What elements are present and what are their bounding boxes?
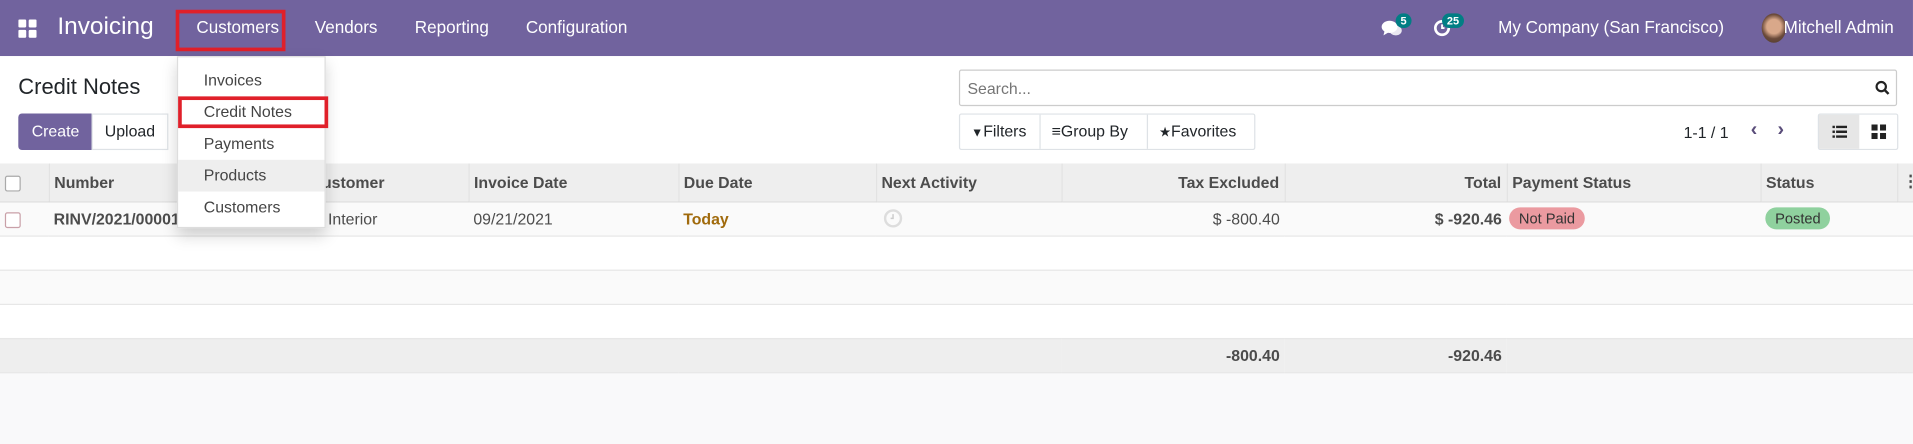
kanban-view-button[interactable] [1859, 115, 1898, 149]
dropdown-item-invoices[interactable]: Invoices [178, 65, 324, 97]
highlight-box-credit-notes [178, 96, 329, 129]
status-badge: Posted [1765, 207, 1831, 230]
messages-badge: 5 [1395, 13, 1412, 29]
empty-row [0, 235, 1913, 271]
cell-invoice-date: 09/21/2021 [468, 201, 679, 237]
select-all-checkbox[interactable] [4, 175, 21, 192]
star-icon: ★ [1159, 125, 1172, 141]
cell-next-activity [875, 201, 1062, 237]
payment-status-badge: Not Paid [1509, 207, 1585, 230]
top-navbar: Invoicing Customers Vendors Reporting Co… [0, 0, 1913, 57]
dropdown-item-payments[interactable]: Payments [178, 128, 324, 160]
empty-row [0, 303, 1913, 339]
empty-row [0, 269, 1913, 305]
menu-vendors[interactable]: Vendors [315, 17, 378, 37]
select-all-header [0, 163, 50, 202]
app-title[interactable]: Invoicing [57, 13, 153, 41]
dropdown-item-customers[interactable]: Customers [178, 192, 324, 224]
optional-columns-toggle[interactable]: ⋮ [1897, 163, 1913, 202]
totals-row: -800.40 -920.46 [0, 337, 1913, 373]
search-input[interactable] [958, 69, 1898, 107]
menu-configuration[interactable]: Configuration [526, 17, 628, 37]
pager-previous-icon[interactable]: ‹ [1751, 120, 1758, 142]
list-icon [1832, 125, 1848, 138]
cell-due-date: Today [678, 201, 876, 237]
pager-value[interactable]: 1-1 / 1 [1684, 123, 1729, 141]
pager-next-icon[interactable]: › [1778, 120, 1785, 142]
page-title: Credit Notes [18, 74, 141, 99]
search-icon[interactable] [1875, 80, 1890, 96]
list-view-button[interactable] [1819, 114, 1860, 149]
favorites-label: Favorites [1171, 122, 1237, 141]
header-invoice-date[interactable]: Invoice Date [468, 163, 679, 202]
cell-total: $ -920.46 [1284, 201, 1507, 237]
header-tax-excluded[interactable]: Tax Excluded [1061, 163, 1286, 202]
header-payment-status[interactable]: Payment Status [1506, 163, 1762, 202]
menu-reporting[interactable]: Reporting [415, 17, 489, 37]
activity-clock-icon[interactable] [883, 209, 903, 229]
filter-icon: ▼ [971, 126, 984, 141]
dropdown-item-products[interactable]: Products [178, 159, 325, 192]
favorites-button[interactable]: ★Favorites [1148, 115, 1255, 149]
filters-button[interactable]: ▼Filters [960, 114, 1041, 149]
header-next-activity[interactable]: Next Activity [875, 163, 1063, 202]
row-checkbox[interactable] [4, 211, 21, 228]
group-by-label: Group By [1060, 122, 1128, 141]
upload-button[interactable]: Upload [91, 113, 169, 151]
filters-label: Filters [983, 122, 1027, 141]
total-tax-excluded: -800.40 [1061, 337, 1285, 373]
company-switcher[interactable]: My Company (San Francisco) [1498, 17, 1724, 37]
view-switcher [1817, 113, 1899, 151]
header-customer[interactable]: Customer [305, 163, 470, 202]
header-status[interactable]: Status [1760, 163, 1898, 202]
group-by-button[interactable]: ≡Group By [1041, 114, 1149, 149]
header-due-date[interactable]: Due Date [678, 163, 877, 202]
kanban-icon [1871, 124, 1887, 140]
activities-badge: 25 [1442, 13, 1465, 29]
user-avatar[interactable] [1761, 13, 1787, 43]
highlight-box-customers [175, 9, 286, 52]
total-total: -920.46 [1284, 337, 1507, 373]
cell-customer: e Interior [305, 201, 469, 237]
group-by-icon: ≡ [1051, 122, 1061, 141]
user-menu[interactable]: Mitchell Admin [1784, 17, 1894, 37]
cell-tax-excluded: $ -800.40 [1061, 201, 1285, 237]
search-options: ▼Filters ≡Group By ★Favorites [958, 113, 1256, 151]
apps-menu-icon[interactable] [18, 19, 37, 38]
create-button[interactable]: Create [18, 113, 93, 151]
header-total[interactable]: Total [1284, 163, 1508, 202]
customers-dropdown-menu: Invoices Credit Notes Payments Products … [176, 56, 329, 229]
